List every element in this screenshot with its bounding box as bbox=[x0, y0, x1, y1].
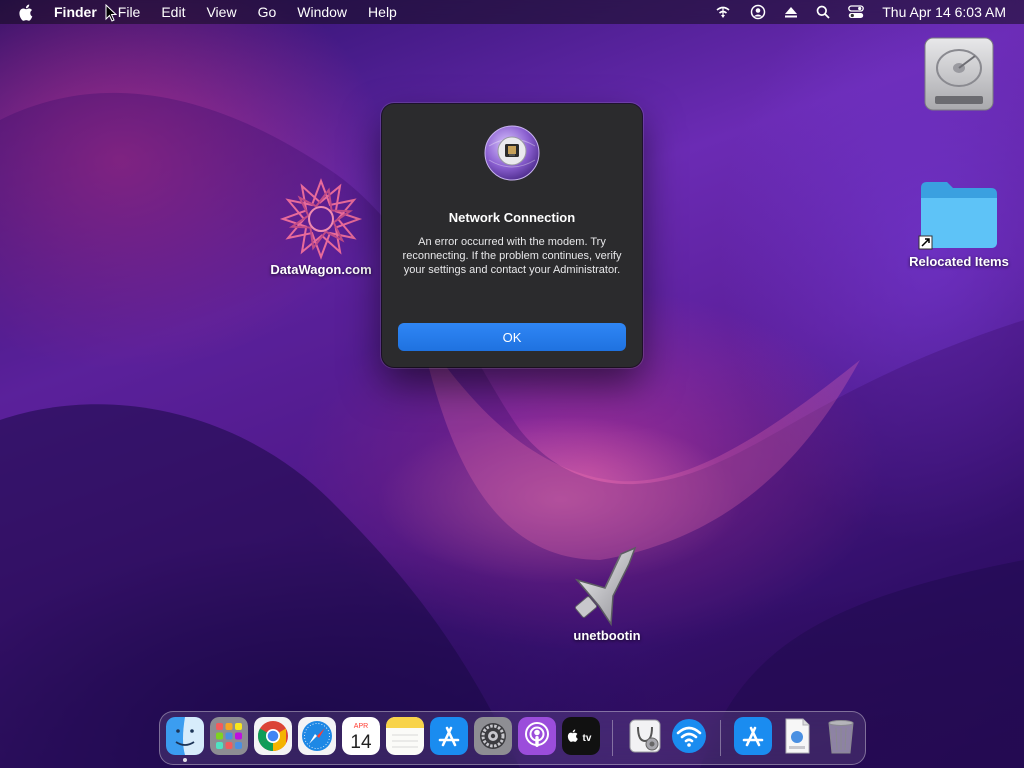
menu-edit[interactable]: Edit bbox=[161, 4, 185, 20]
dock-system-preferences-icon[interactable] bbox=[474, 717, 512, 755]
dock-finder-icon[interactable] bbox=[166, 717, 204, 755]
network-connection-dialog: Network Connection An error occurred wit… bbox=[382, 104, 642, 367]
dock-document-icon[interactable] bbox=[778, 717, 816, 755]
dock-calendar-icon[interactable]: APR 14 bbox=[342, 717, 380, 755]
unetbootin-app-icon bbox=[574, 546, 637, 627]
spotlight-search-icon[interactable] bbox=[816, 5, 830, 19]
dock-chrome-icon[interactable] bbox=[254, 717, 292, 755]
ok-button[interactable]: OK bbox=[398, 323, 626, 351]
dialog-title: Network Connection bbox=[448, 210, 576, 225]
control-center-icon[interactable] bbox=[848, 5, 865, 19]
dock-separator bbox=[612, 720, 613, 756]
mouse-cursor-icon bbox=[105, 4, 117, 22]
desktop-icon-relocated-items[interactable]: Relocated Items bbox=[900, 178, 1018, 269]
dock-directory-utility-icon[interactable] bbox=[626, 717, 664, 755]
running-indicator bbox=[183, 758, 187, 762]
status-area: Thu Apr 14 6:03 AM bbox=[714, 0, 1006, 24]
wifi-icon[interactable] bbox=[714, 5, 732, 19]
eject-icon[interactable] bbox=[784, 5, 798, 19]
dialog-message: An error occurred with the modem. Try re… bbox=[402, 236, 622, 276]
menu-clock[interactable]: Thu Apr 14 6:03 AM bbox=[882, 4, 1006, 20]
dock-app-store-icon[interactable] bbox=[430, 717, 468, 755]
desktop-icon-label: DataWagon.com bbox=[270, 262, 372, 277]
dock-separator bbox=[720, 720, 721, 756]
calendar-month: APR bbox=[354, 723, 368, 730]
hard-drive-icon bbox=[924, 37, 994, 111]
dock-podcasts-icon[interactable] bbox=[518, 717, 556, 755]
menu-file[interactable]: File bbox=[118, 4, 141, 20]
dock-wireless-diagnostics-icon[interactable] bbox=[670, 717, 708, 755]
dock-trash-icon[interactable] bbox=[822, 717, 860, 755]
apple-tv-label: tv bbox=[583, 733, 592, 744]
user-account-icon[interactable] bbox=[750, 4, 766, 20]
menu-view[interactable]: View bbox=[206, 4, 236, 20]
dock-safari-icon[interactable] bbox=[298, 717, 336, 755]
calendar-day: 14 bbox=[350, 732, 372, 753]
datawagon-logo-icon bbox=[279, 178, 363, 260]
desktop-icon-unetbootin[interactable]: unetbootin bbox=[560, 544, 654, 643]
folder-alias-icon bbox=[918, 182, 997, 250]
dock-notes-icon[interactable] bbox=[386, 717, 424, 755]
desktop-icon-label: Relocated Items bbox=[909, 254, 1009, 269]
menu-help[interactable]: Help bbox=[368, 4, 397, 20]
desktop-icon-hard-drive[interactable] bbox=[919, 34, 999, 114]
dock: APR 14 tv bbox=[159, 711, 866, 765]
apple-menu-icon[interactable] bbox=[18, 4, 36, 21]
dock-app-store-stack-icon[interactable] bbox=[734, 717, 772, 755]
menu-go[interactable]: Go bbox=[258, 4, 277, 20]
dock-launchpad-icon[interactable] bbox=[210, 717, 248, 755]
network-connection-icon bbox=[484, 125, 540, 181]
desktop-icon-label: unetbootin bbox=[573, 628, 641, 643]
menu-window[interactable]: Window bbox=[297, 4, 347, 20]
menu-bar: Finder File Edit View Go Window Help Thu… bbox=[0, 0, 1024, 24]
desktop-icon-datawagon[interactable]: DataWagon.com bbox=[262, 176, 380, 277]
dock-apple-tv-icon[interactable]: tv bbox=[562, 717, 600, 755]
menu-app-name[interactable]: Finder bbox=[54, 4, 97, 20]
